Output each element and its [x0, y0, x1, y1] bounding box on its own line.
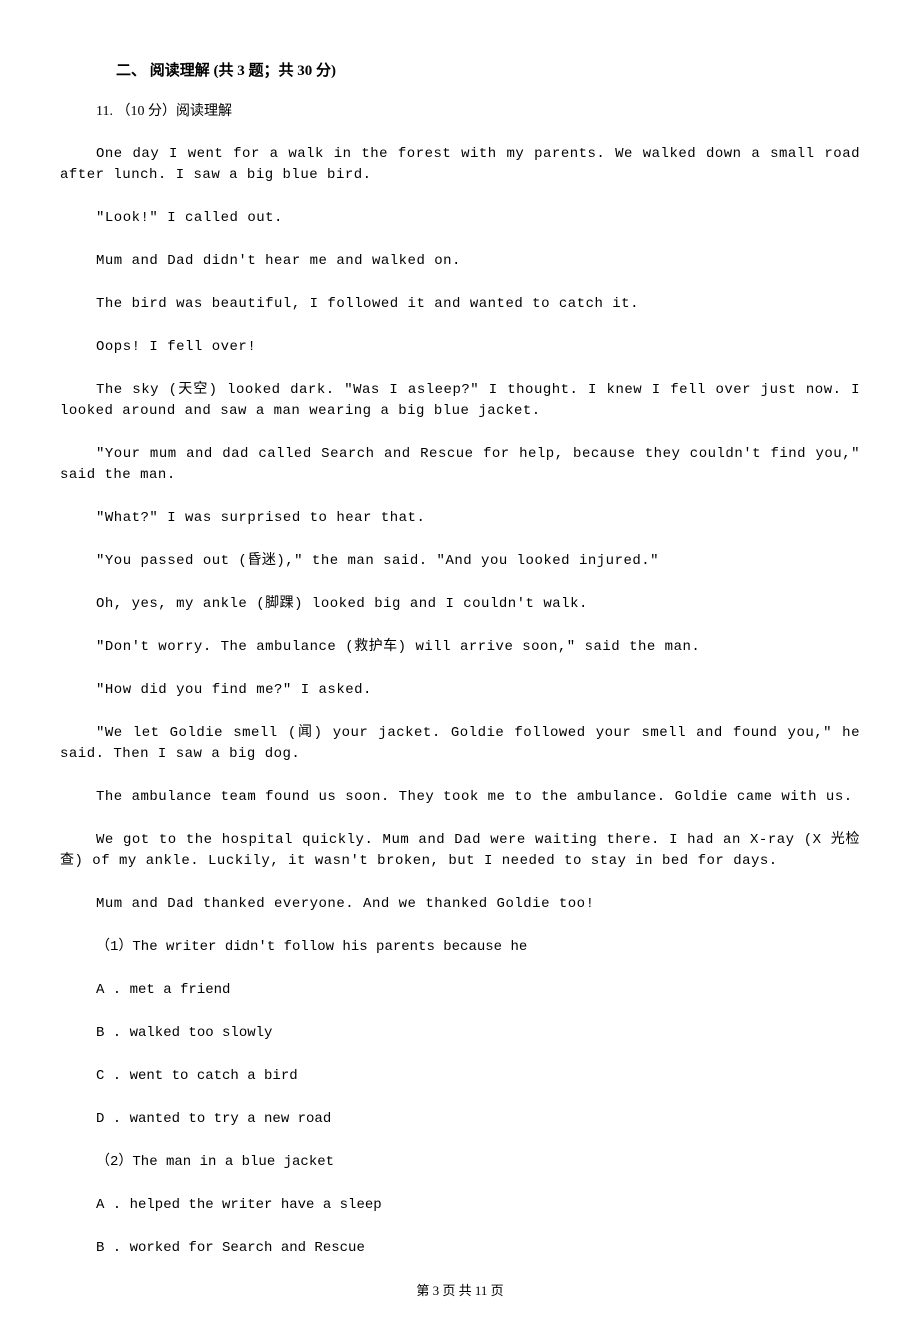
option-a: A . met a friend — [96, 980, 860, 1001]
page-footer: 第 3 页 共 11 页 — [60, 1281, 860, 1301]
option-d: D . wanted to try a new road — [96, 1109, 860, 1130]
subquestion-2-prompt: （2）The man in a blue jacket — [96, 1152, 860, 1173]
section-header: 二、 阅读理解 (共 3 题；共 30 分) — [116, 60, 860, 83]
passage-paragraph: "You passed out (昏迷)," the man said. "An… — [60, 551, 860, 572]
passage-paragraph: Oops! I fell over! — [60, 337, 860, 358]
option-c: C . went to catch a bird — [96, 1066, 860, 1087]
passage-paragraph: "Look!" I called out. — [60, 208, 860, 229]
passage-paragraph: We got to the hospital quickly. Mum and … — [60, 830, 860, 872]
passage-paragraph: Mum and Dad didn't hear me and walked on… — [60, 251, 860, 272]
option-b: B . walked too slowly — [96, 1023, 860, 1044]
passage-paragraph: "We let Goldie smell (闻) your jacket. Go… — [60, 723, 860, 765]
passage-paragraph: The bird was beautiful, I followed it an… — [60, 294, 860, 315]
question-11-intro: 11. （10 分）阅读理解 — [96, 101, 860, 122]
passage-paragraph: Oh, yes, my ankle (脚踝) looked big and I … — [60, 594, 860, 615]
passage-paragraph: "How did you find me?" I asked. — [60, 680, 860, 701]
passage-paragraph: "What?" I was surprised to hear that. — [60, 508, 860, 529]
option-b: B . worked for Search and Rescue — [96, 1238, 860, 1259]
subquestion-1-prompt: （1）The writer didn't follow his parents … — [96, 937, 860, 958]
passage-paragraph: "Don't worry. The ambulance (救护车) will a… — [60, 637, 860, 658]
passage-paragraph: The sky (天空) looked dark. "Was I asleep?… — [60, 380, 860, 422]
passage-paragraph: One day I went for a walk in the forest … — [60, 144, 860, 186]
passage-paragraph: The ambulance team found us soon. They t… — [60, 787, 860, 808]
passage-paragraph: Mum and Dad thanked everyone. And we tha… — [60, 894, 860, 915]
passage-paragraph: "Your mum and dad called Search and Resc… — [60, 444, 860, 486]
option-a: A . helped the writer have a sleep — [96, 1195, 860, 1216]
